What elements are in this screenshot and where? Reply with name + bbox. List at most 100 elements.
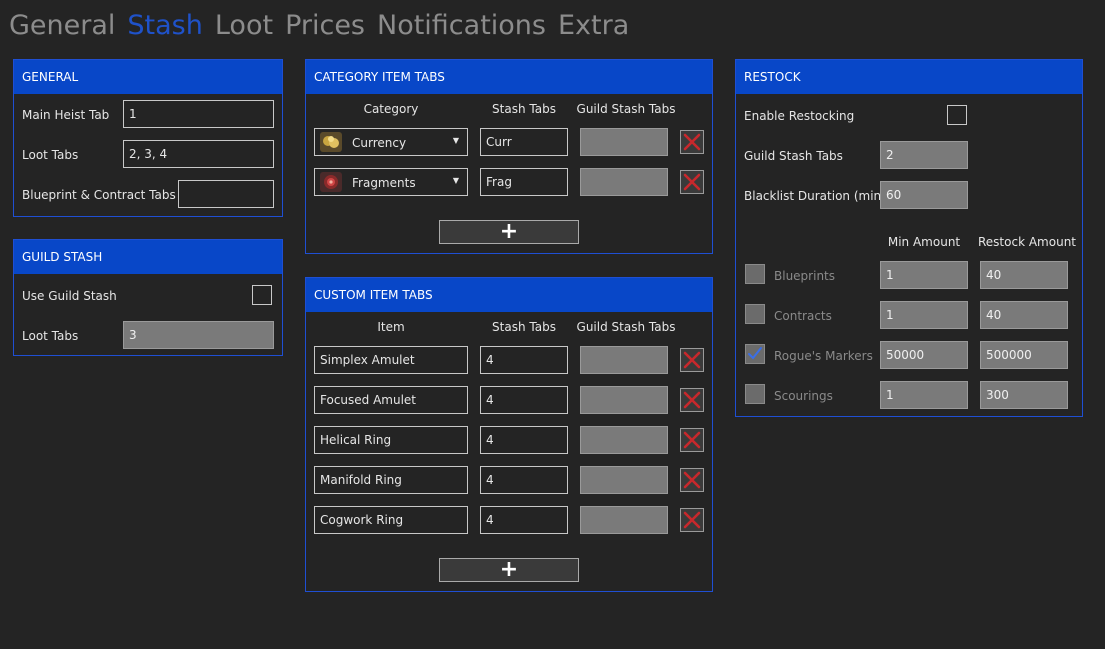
custom-stash-tab-input[interactable]: 4 — [480, 506, 568, 534]
delete-button[interactable] — [680, 388, 704, 412]
restock-scourings-min-input[interactable]: 1 — [880, 381, 968, 409]
guild-loot-tabs-input[interactable]: 3 — [123, 321, 274, 349]
restock-guild-tabs-input[interactable]: 2 — [880, 141, 968, 169]
custom-stash-tab-input[interactable]: 4 — [480, 466, 568, 494]
close-icon — [683, 391, 701, 409]
category-dropdown[interactable]: Fragments ▼ — [314, 168, 468, 196]
tab-loot[interactable]: Loot — [215, 9, 273, 43]
close-icon — [683, 351, 701, 369]
restock-rogues-markers-label: Rogue's Markers — [774, 349, 873, 363]
guild-stash-tabs-header: Guild Stash Tabs — [576, 320, 676, 334]
checkmark-icon — [748, 347, 762, 360]
guild-stash-tabs-label: Guild Stash Tabs — [744, 149, 843, 163]
loot-tabs-input[interactable]: 2, 3, 4 — [123, 140, 274, 168]
restock-blueprints-checkbox[interactable] — [745, 264, 765, 284]
custom-item-name-input[interactable]: Simplex Amulet — [314, 346, 468, 374]
restock-rogues-markers-checkbox[interactable] — [745, 344, 765, 364]
restock-blueprints-amount-input[interactable]: 40 — [980, 261, 1068, 289]
fragments-icon — [320, 172, 342, 192]
use-guild-stash-label: Use Guild Stash — [22, 289, 117, 303]
blacklist-duration-label: Blacklist Duration (min) — [744, 189, 886, 203]
custom-guild-tab-input[interactable] — [580, 386, 668, 414]
custom-stash-tab-input[interactable]: 4 — [480, 346, 568, 374]
category-item-tabs-title: CATEGORY ITEM TABS — [306, 60, 712, 94]
currency-icon — [320, 132, 342, 152]
stash-tabs-header: Stash Tabs — [492, 320, 556, 334]
restock-scourings-label: Scourings — [774, 389, 833, 403]
top-tabs: General Stash Loot Prices Notifications … — [9, 9, 641, 43]
loot-tabs-label: Loot Tabs — [22, 148, 79, 162]
guild-stash-tabs-header: Guild Stash Tabs — [576, 102, 676, 116]
tab-stash[interactable]: Stash — [127, 9, 202, 43]
add-custom-item-button[interactable]: + — [439, 558, 579, 582]
close-icon — [683, 511, 701, 529]
category-stash-tab-input[interactable]: Frag — [480, 168, 568, 196]
custom-guild-tab-input[interactable] — [580, 466, 668, 494]
item-header: Item — [377, 320, 405, 334]
add-category-button[interactable]: + — [439, 220, 579, 244]
custom-item-tabs-title: CUSTOM ITEM TABS — [306, 278, 712, 312]
custom-item-name-input[interactable]: Cogwork Ring — [314, 506, 468, 534]
restock-blueprints-label: Blueprints — [774, 269, 836, 283]
tab-extra[interactable]: Extra — [558, 9, 629, 43]
blueprint-contract-tabs-label: Blueprint & Contract Tabs — [22, 188, 176, 202]
delete-button[interactable] — [680, 508, 704, 532]
delete-button[interactable] — [680, 130, 704, 154]
category-guild-tab-input[interactable] — [580, 168, 668, 196]
custom-guild-tab-input[interactable] — [580, 506, 668, 534]
category-dropdown-value: Fragments — [352, 176, 416, 190]
close-icon — [683, 133, 701, 151]
min-amount-header: Min Amount — [887, 235, 961, 249]
restock-panel: RESTOCK Enable Restocking Guild Stash Ta… — [735, 59, 1083, 417]
category-stash-tab-input[interactable]: Curr — [480, 128, 568, 156]
general-panel: GENERAL Main Heist Tab 1 Loot Tabs 2, 3,… — [13, 59, 283, 217]
tab-general[interactable]: General — [9, 9, 115, 43]
enable-restocking-label: Enable Restocking — [744, 109, 855, 123]
main-heist-tab-input[interactable]: 1 — [123, 100, 274, 128]
custom-guild-tab-input[interactable] — [580, 426, 668, 454]
main-heist-tab-label: Main Heist Tab — [22, 108, 110, 122]
custom-item-tabs-panel: CUSTOM ITEM TABS Item Stash Tabs Guild S… — [305, 277, 713, 592]
category-guild-tab-input[interactable] — [580, 128, 668, 156]
delete-button[interactable] — [680, 348, 704, 372]
use-guild-stash-checkbox[interactable] — [252, 285, 272, 305]
restock-rogues-markers-amount-input[interactable]: 500000 — [980, 341, 1068, 369]
guild-stash-panel: GUILD STASH Use Guild Stash Loot Tabs 3 — [13, 239, 283, 356]
enable-restocking-checkbox[interactable] — [947, 105, 967, 125]
guild-stash-panel-title: GUILD STASH — [14, 240, 282, 274]
stash-tabs-header: Stash Tabs — [492, 102, 556, 116]
delete-button[interactable] — [680, 428, 704, 452]
custom-item-name-input[interactable]: Focused Amulet — [314, 386, 468, 414]
general-panel-title: GENERAL — [14, 60, 282, 94]
delete-button[interactable] — [680, 468, 704, 492]
close-icon — [683, 471, 701, 489]
restock-panel-title: RESTOCK — [736, 60, 1082, 94]
tab-prices[interactable]: Prices — [285, 9, 365, 43]
guild-loot-tabs-label: Loot Tabs — [22, 329, 79, 343]
delete-button[interactable] — [680, 170, 704, 194]
custom-item-name-input[interactable]: Manifold Ring — [314, 466, 468, 494]
blueprint-contract-tabs-input[interactable] — [178, 180, 274, 208]
custom-item-name-input[interactable]: Helical Ring — [314, 426, 468, 454]
chevron-down-icon: ▼ — [452, 136, 459, 145]
restock-amount-header: Restock Amount — [978, 235, 1076, 249]
restock-contracts-min-input[interactable]: 1 — [880, 301, 968, 329]
category-header: Category — [363, 102, 419, 116]
restock-contracts-label: Contracts — [774, 309, 832, 323]
restock-scourings-amount-input[interactable]: 300 — [980, 381, 1068, 409]
restock-scourings-checkbox[interactable] — [745, 384, 765, 404]
category-dropdown[interactable]: Currency ▼ — [314, 128, 468, 156]
custom-stash-tab-input[interactable]: 4 — [480, 386, 568, 414]
restock-rogues-markers-min-input[interactable]: 50000 — [880, 341, 968, 369]
close-icon — [683, 173, 701, 191]
tab-notifications[interactable]: Notifications — [377, 9, 546, 43]
blacklist-duration-input[interactable]: 60 — [880, 181, 968, 209]
restock-blueprints-min-input[interactable]: 1 — [880, 261, 968, 289]
close-icon — [683, 431, 701, 449]
restock-contracts-checkbox[interactable] — [745, 304, 765, 324]
category-item-tabs-panel: CATEGORY ITEM TABS Category Stash Tabs G… — [305, 59, 713, 254]
custom-guild-tab-input[interactable] — [580, 346, 668, 374]
restock-contracts-amount-input[interactable]: 40 — [980, 301, 1068, 329]
custom-stash-tab-input[interactable]: 4 — [480, 426, 568, 454]
chevron-down-icon: ▼ — [452, 176, 459, 185]
